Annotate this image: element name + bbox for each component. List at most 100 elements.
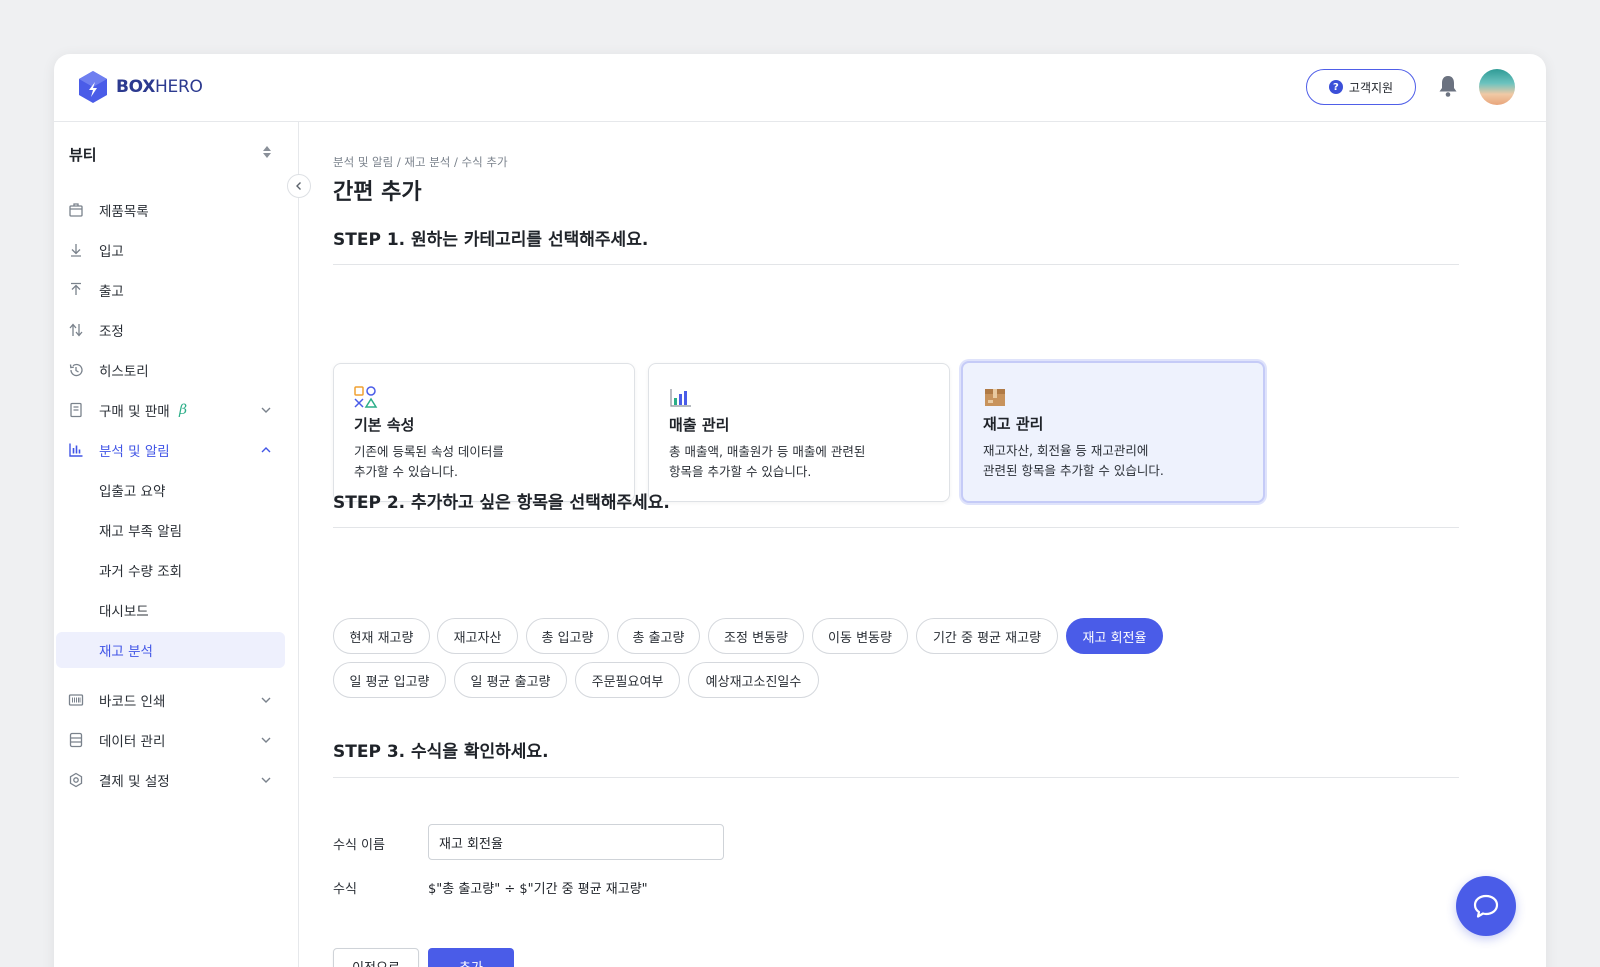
card-title: 매출 관리 bbox=[669, 416, 730, 434]
document-icon bbox=[68, 402, 84, 418]
chip-inventory-assets[interactable]: 재고자산 bbox=[437, 618, 518, 654]
chip-daily-average-outbound[interactable]: 일 평균 출고량 bbox=[454, 662, 567, 698]
step1-title: STEP 1. 원하는 카테고리를 선택해주세요. bbox=[333, 230, 649, 250]
sidebar-collapse-button[interactable] bbox=[287, 174, 311, 198]
arrow-up-icon bbox=[68, 282, 84, 298]
chip-transfer-change[interactable]: 이동 변동량 bbox=[812, 618, 908, 654]
chevron-down-icon bbox=[261, 697, 271, 703]
boxhero-logo-icon bbox=[79, 71, 107, 103]
divider bbox=[333, 777, 1459, 778]
sidebar-item-billing-settings[interactable]: 결제 및 설정 bbox=[54, 762, 299, 798]
formula-name-label: 수식 이름 bbox=[333, 838, 385, 853]
step2-title: STEP 2. 추가하고 싶은 항목을 선택해주세요. bbox=[333, 493, 670, 513]
chip-current-stock[interactable]: 현재 재고량 bbox=[333, 618, 430, 654]
brand-logo[interactable]: BOXHERO bbox=[78, 70, 203, 104]
divider bbox=[333, 264, 1459, 265]
chevron-left-icon bbox=[296, 182, 301, 190]
chat-bubble-icon bbox=[1473, 894, 1499, 918]
sidebar-item-label: 결제 및 설정 bbox=[99, 774, 170, 790]
top-bar: BOXHERO ? 고객지원 bbox=[54, 54, 1546, 122]
bar-chart-icon bbox=[670, 389, 691, 407]
shapes-icon bbox=[354, 386, 378, 408]
sidebar-item-data-management[interactable]: 데이터 관리 bbox=[54, 722, 299, 758]
chat-support-button[interactable] bbox=[1456, 876, 1516, 936]
brand-name: BOXHERO bbox=[116, 77, 203, 97]
add-button[interactable]: 추가 bbox=[428, 948, 514, 967]
sidebar-subitem-label: 과거 수량 조회 bbox=[99, 564, 183, 580]
category-card-inventory-management[interactable]: 재고 관리 재고자산, 회전율 등 재고관리에 관련된 항목을 추가할 수 있습… bbox=[961, 361, 1265, 503]
workspace-switch-icon[interactable] bbox=[262, 144, 272, 160]
formula-label: 수식 bbox=[333, 882, 357, 897]
history-icon bbox=[68, 362, 84, 378]
main-content: 분석 및 알림 / 재고 분석 / 수식 추가 간편 추가 STEP 1. 원하… bbox=[333, 122, 1546, 967]
sidebar-subitem-inventory-analysis[interactable]: 재고 분석 bbox=[56, 632, 285, 668]
sidebar-item-adjust[interactable]: 조정 bbox=[54, 312, 299, 348]
beta-badge: β bbox=[179, 402, 188, 418]
sidebar-subitem-low-stock-alert[interactable]: 재고 부족 알림 bbox=[54, 512, 299, 548]
bell-icon[interactable] bbox=[1437, 74, 1459, 98]
step3-title: STEP 3. 수식을 확인하세요. bbox=[333, 742, 549, 762]
card-description: 총 매출액, 매출원가 등 매출에 관련된 항목을 추가할 수 있습니다. bbox=[669, 444, 866, 479]
formula-name-input[interactable] bbox=[428, 824, 724, 860]
sidebar-item-label: 히스토리 bbox=[99, 364, 149, 380]
sidebar-subitem-label: 재고 분석 bbox=[99, 644, 153, 660]
card-description: 재고자산, 회전율 등 재고관리에 관련된 항목을 추가할 수 있습니다. bbox=[983, 443, 1164, 478]
chip-total-outbound[interactable]: 총 출고량 bbox=[617, 618, 700, 654]
bar-chart-icon bbox=[68, 442, 84, 458]
sidebar-item-outbound[interactable]: 출고 bbox=[54, 272, 299, 308]
sidebar-item-inbound[interactable]: 입고 bbox=[54, 232, 299, 268]
sidebar-subitem-label: 대시보드 bbox=[99, 604, 149, 620]
help-icon: ? bbox=[1328, 80, 1343, 94]
chip-inventory-turnover[interactable]: 재고 회전율 bbox=[1066, 618, 1163, 654]
card-title: 기본 속성 bbox=[354, 416, 415, 434]
sidebar-item-label: 조정 bbox=[99, 324, 124, 340]
sidebar-item-barcode-print[interactable]: 바코드 인쇄 bbox=[54, 682, 299, 718]
chevron-down-icon bbox=[261, 777, 271, 783]
divider bbox=[333, 527, 1459, 528]
previous-button[interactable]: 이전으로 bbox=[333, 948, 419, 967]
sidebar-subitem-label: 재고 부족 알림 bbox=[99, 524, 183, 540]
sidebar: 뷰티 제품목록 입고 출고 조정 히스토리 구매 및 판매 β 분석 및 알림 … bbox=[54, 122, 299, 967]
app-window: BOXHERO ? 고객지원 뷰티 제품목록 입고 출고 조정 히스토리 구매 … bbox=[54, 54, 1546, 967]
support-label: 고객지원 bbox=[1348, 80, 1394, 95]
chip-expected-depletion-days[interactable]: 예상재고소진일수 bbox=[688, 662, 819, 698]
swap-icon bbox=[68, 322, 84, 338]
avatar[interactable] bbox=[1479, 69, 1515, 105]
sidebar-item-label: 출고 bbox=[99, 284, 124, 300]
sidebar-item-label: 제품목록 bbox=[99, 204, 149, 220]
sidebar-item-label: 구매 및 판매 bbox=[99, 404, 170, 420]
sidebar-item-history[interactable]: 히스토리 bbox=[54, 352, 299, 388]
sidebar-item-label: 분석 및 알림 bbox=[99, 444, 170, 460]
sidebar-item-label: 바코드 인쇄 bbox=[99, 694, 166, 710]
sidebar-item-products[interactable]: 제품목록 bbox=[54, 192, 299, 228]
chip-adjust-change[interactable]: 조정 변동량 bbox=[708, 618, 804, 654]
chip-order-required[interactable]: 주문필요여부 bbox=[575, 662, 680, 698]
sidebar-subitem-io-summary[interactable]: 입출고 요약 bbox=[54, 472, 299, 508]
category-card-sales-management[interactable]: 매출 관리 총 매출액, 매출원가 등 매출에 관련된 항목을 추가할 수 있습… bbox=[648, 363, 950, 502]
database-icon bbox=[68, 732, 84, 748]
chip-daily-average-inbound[interactable]: 일 평균 입고량 bbox=[333, 662, 446, 698]
card-title: 재고 관리 bbox=[983, 415, 1044, 433]
workspace-name: 뷰티 bbox=[69, 146, 97, 164]
chevron-down-icon bbox=[261, 407, 271, 413]
support-button[interactable]: ? 고객지원 bbox=[1306, 69, 1416, 105]
sidebar-item-label: 입고 bbox=[99, 244, 124, 260]
package-box-icon bbox=[985, 389, 1005, 406]
sidebar-subitem-dashboard[interactable]: 대시보드 bbox=[54, 592, 299, 628]
sidebar-item-analytics[interactable]: 분석 및 알림 bbox=[54, 432, 299, 468]
chevron-down-icon bbox=[261, 737, 271, 743]
sidebar-subitem-past-quantity[interactable]: 과거 수량 조회 bbox=[54, 552, 299, 588]
sidebar-item-purchase-sales[interactable]: 구매 및 판매 β bbox=[54, 392, 299, 428]
chip-total-inbound[interactable]: 총 입고량 bbox=[526, 618, 609, 654]
category-card-basic-attributes[interactable]: 기본 속성 기존에 등록된 속성 데이터를 추가할 수 있습니다. bbox=[333, 363, 635, 502]
chip-period-average-stock[interactable]: 기간 중 평균 재고량 bbox=[916, 618, 1058, 654]
breadcrumb: 분석 및 알림 / 재고 분석 / 수식 추가 bbox=[333, 155, 508, 169]
arrow-down-icon bbox=[68, 242, 84, 258]
sidebar-subitem-label: 입출고 요약 bbox=[99, 484, 166, 500]
card-description: 기존에 등록된 속성 데이터를 추가할 수 있습니다. bbox=[354, 444, 504, 479]
formula-value: $"총 출고량" ÷ $"기간 중 평균 재고량" bbox=[428, 882, 648, 897]
gear-icon bbox=[68, 772, 84, 788]
chevron-up-icon bbox=[261, 447, 271, 453]
box-icon bbox=[68, 202, 84, 218]
page-title: 간편 추가 bbox=[333, 180, 422, 205]
